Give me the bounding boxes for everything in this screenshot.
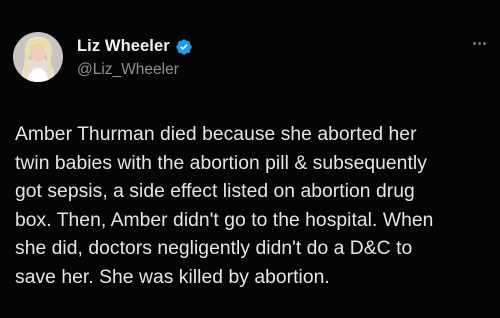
more-options-icon[interactable] — [473, 42, 486, 45]
author-handle[interactable]: @Liz_Wheeler — [77, 61, 179, 79]
tweet-text: Amber Thurman died because she aborted h… — [15, 124, 434, 288]
tweet-card: Liz Wheeler @Liz_Wheeler Amber Thurman d… — [0, 0, 500, 318]
author-name-row: Liz Wheeler — [77, 37, 193, 56]
verified-badge-icon — [175, 38, 193, 56]
author-display-name[interactable]: Liz Wheeler — [77, 37, 170, 56]
author-avatar[interactable] — [13, 32, 63, 82]
avatar-image — [13, 32, 63, 82]
